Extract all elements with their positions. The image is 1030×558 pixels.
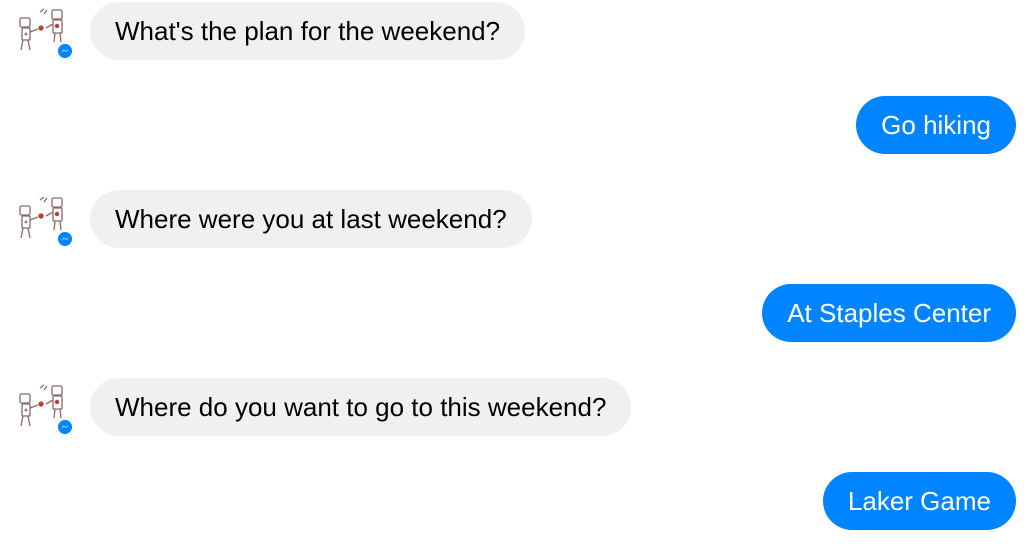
- messenger-logo-icon: [61, 237, 69, 241]
- message-bubble-incoming: What's the plan for the weekend?: [90, 2, 526, 60]
- message-row-outgoing: At Staples Center: [0, 284, 1030, 342]
- message-bubble-incoming: Where do you want to go to this weekend?: [90, 378, 632, 436]
- bot-avatar[interactable]: [14, 6, 78, 60]
- messenger-badge: [56, 42, 74, 60]
- message-row-outgoing: Laker Game: [0, 472, 1030, 530]
- message-row-incoming: Where do you want to go to this weekend?: [0, 378, 1030, 436]
- bot-avatar[interactable]: [14, 194, 78, 248]
- message-row-outgoing: Go hiking: [0, 96, 1030, 154]
- message-row-incoming: What's the plan for the weekend?: [0, 2, 1030, 60]
- bot-avatar[interactable]: [14, 382, 78, 436]
- messenger-logo-icon: [61, 425, 69, 429]
- messenger-badge: [56, 230, 74, 248]
- messenger-badge: [56, 418, 74, 436]
- messenger-logo-icon: [61, 49, 69, 53]
- chat-thread: What's the plan for the weekend? Go hiki…: [0, 0, 1030, 558]
- message-bubble-outgoing: Go hiking: [856, 96, 1016, 154]
- message-row-incoming: Where were you at last weekend?: [0, 190, 1030, 248]
- message-bubble-incoming: Where were you at last weekend?: [90, 190, 532, 248]
- message-bubble-outgoing: At Staples Center: [762, 284, 1016, 342]
- message-bubble-outgoing: Laker Game: [822, 472, 1016, 530]
